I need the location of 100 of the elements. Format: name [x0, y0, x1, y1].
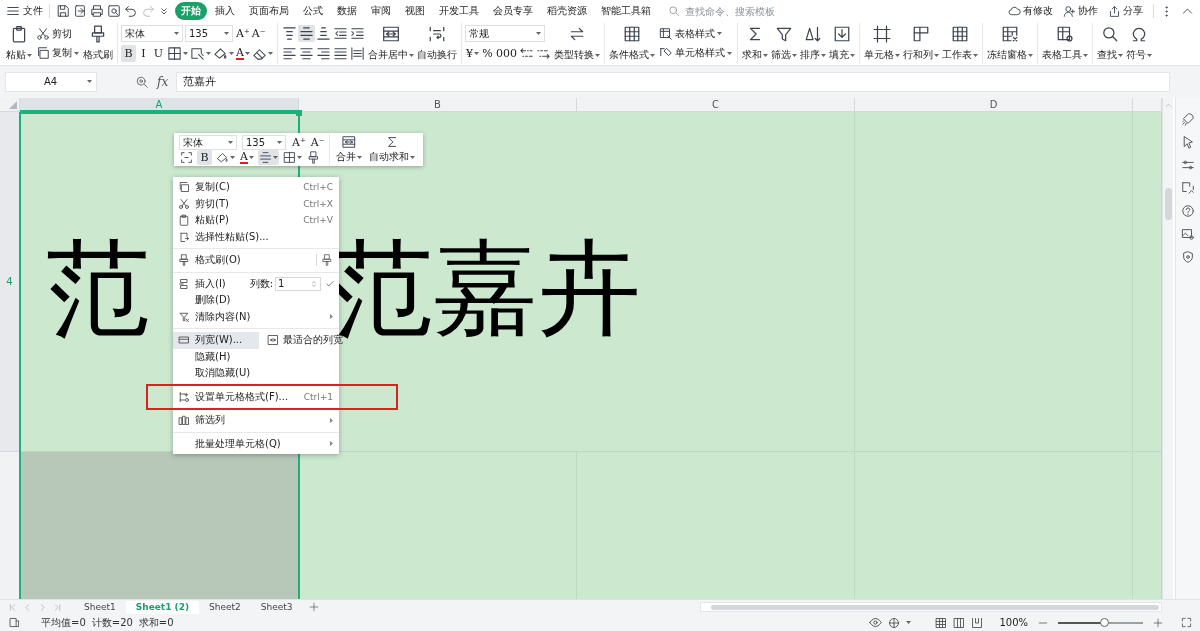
ribbon-button[interactable]: 求和	[740, 24, 769, 63]
zoom-level[interactable]: 100%	[999, 617, 1028, 628]
toolbar-button[interactable]: 协作	[1063, 4, 1098, 18]
cursor-icon[interactable]	[1181, 135, 1195, 149]
ribbon-button[interactable]: 表格工具	[1040, 24, 1089, 63]
page-view-icon[interactable]	[953, 616, 966, 629]
ribbon-button[interactable]: 剪切	[34, 25, 81, 43]
double-chevron-icon[interactable]	[158, 5, 170, 17]
help-icon[interactable]	[1181, 204, 1195, 218]
distributed-button[interactable]	[348, 44, 366, 62]
ribbon-button[interactable]: 单元格样式	[656, 44, 734, 62]
ribbon-button[interactable]: 自动换行	[415, 24, 458, 63]
ribbon-tab[interactable]: 数据	[331, 2, 363, 20]
vertical-scrollbar[interactable]	[1162, 98, 1173, 599]
save-icon[interactable]	[56, 4, 70, 18]
ribbon-button[interactable]: 表格样式	[656, 25, 734, 43]
ribbon-button[interactable]: 复制	[34, 44, 81, 62]
file-menu[interactable]: 文件	[6, 4, 43, 18]
scrollbar-thumb[interactable]	[1165, 188, 1172, 220]
dropdown-field[interactable]: 宋体	[179, 135, 237, 150]
ribbon-button[interactable]: 合并居中	[366, 24, 415, 63]
align-top-button[interactable]	[280, 25, 298, 43]
font-color-button[interactable]: A	[239, 150, 255, 165]
shield-icon[interactable]	[1181, 250, 1195, 264]
ribbon-button[interactable]: 工作表	[940, 24, 979, 63]
dropdown-field[interactable]: 135	[242, 135, 286, 150]
align-middle-button[interactable]	[257, 150, 279, 165]
dropdown-field[interactable]: 宋体	[121, 25, 183, 43]
rocket-icon[interactable]	[1181, 112, 1195, 126]
ribbon-button[interactable]: 筛选	[769, 24, 798, 63]
count-field[interactable]: 1	[275, 276, 321, 291]
sliders-icon[interactable]	[1181, 158, 1195, 172]
ribbon-button[interactable]: 符号	[1124, 24, 1153, 63]
ribbon-tab[interactable]: 会员专享	[487, 2, 539, 20]
format-button[interactable]: B	[121, 44, 136, 62]
ribbon-tab[interactable]: 视图	[399, 2, 431, 20]
print-icon[interactable]	[90, 4, 104, 18]
format-button[interactable]: I	[136, 44, 151, 62]
fullscreen-icon[interactable]	[1181, 617, 1192, 628]
border-button[interactable]	[281, 150, 303, 165]
toolbar-button[interactable]: 分享	[1108, 4, 1143, 18]
column-header[interactable]: B	[299, 98, 577, 112]
eye-icon[interactable]	[869, 616, 883, 629]
ribbon-button[interactable]: 冻结窗格	[985, 24, 1034, 63]
image-gear-icon[interactable]	[1181, 227, 1195, 241]
ribbon-button[interactable]: 格式刷	[82, 24, 114, 63]
horizontal-scrollbar[interactable]	[700, 602, 1162, 612]
name-box[interactable]: A4	[5, 71, 97, 92]
plus-icon[interactable]	[308, 602, 319, 612]
format-button[interactable]: A⁻	[309, 135, 326, 150]
format-button[interactable]: B	[197, 150, 212, 165]
fill-bucket-button[interactable]	[215, 150, 236, 165]
sheet-tab[interactable]: Sheet2	[199, 600, 251, 614]
menu-item[interactable]: 插入(I)	[173, 275, 250, 292]
ribbon-button[interactable]: 填充	[827, 24, 856, 63]
ribbon-button[interactable]: 自动求和	[365, 135, 418, 164]
dropdown-field[interactable]: 常规	[464, 25, 545, 43]
ribbon-button[interactable]: 行和列	[901, 24, 940, 63]
undo-icon[interactable]	[124, 4, 138, 18]
format-button[interactable]: %	[479, 44, 495, 62]
function-label[interactable]: fx	[157, 74, 169, 89]
dropdown-field[interactable]: 135	[185, 25, 233, 43]
ribbon-button[interactable]: 合并	[332, 135, 365, 164]
ribbon-tab[interactable]: 公式	[297, 2, 329, 20]
ribbon-button[interactable]: 排序	[798, 24, 827, 63]
zoom-slider[interactable]	[1058, 621, 1143, 624]
menu-item[interactable]: 列宽(W)...	[173, 332, 259, 349]
toolbar-button[interactable]: 有修改	[1008, 4, 1053, 18]
export-icon[interactable]	[73, 4, 87, 18]
plus-icon[interactable]	[1153, 617, 1163, 628]
format-button[interactable]: ¥	[464, 44, 480, 62]
normal-view-icon[interactable]	[935, 616, 948, 629]
align-bottom-button[interactable]	[314, 25, 332, 43]
ribbon-tab[interactable]: 开发工具	[433, 2, 485, 20]
slider-thumb[interactable]	[1099, 617, 1109, 627]
ribbon-tab[interactable]: 页面布局	[243, 2, 295, 20]
ribbon-button[interactable]: 条件格式	[607, 24, 656, 63]
macro-icon[interactable]	[8, 616, 21, 629]
break-view-icon[interactable]	[971, 616, 984, 629]
ribbon-tab[interactable]: 审阅	[365, 2, 397, 20]
magnifier-icon[interactable]	[135, 74, 149, 89]
sheet-tab[interactable]: Sheet3	[250, 600, 303, 614]
selection-corners-button[interactable]	[179, 150, 194, 165]
formula-field[interactable]: 范嘉卉	[176, 71, 1170, 92]
border-button[interactable]	[166, 44, 189, 62]
format-button[interactable]: A⁺	[235, 25, 251, 43]
sheet-tab[interactable]: Sheet1	[74, 600, 126, 614]
preview-icon[interactable]	[107, 4, 121, 18]
format-button[interactable]: 000	[494, 44, 518, 62]
ribbon-tab[interactable]: 稻壳资源	[541, 2, 593, 20]
scrollbar-thumb[interactable]	[711, 605, 1159, 610]
ribbon-button[interactable]: 查找	[1095, 24, 1124, 63]
globe-icon[interactable]	[888, 616, 901, 629]
search-field[interactable]: 查找命令、搜索模板	[668, 4, 803, 18]
ribbon-tab[interactable]: 插入	[209, 2, 241, 20]
column-header[interactable]: D	[855, 98, 1133, 112]
column-header[interactable]: C	[577, 98, 855, 112]
brush-icon[interactable]	[321, 254, 333, 267]
ribbon-button[interactable]: 类型转换	[552, 24, 601, 63]
align-middle-button[interactable]	[297, 25, 315, 43]
